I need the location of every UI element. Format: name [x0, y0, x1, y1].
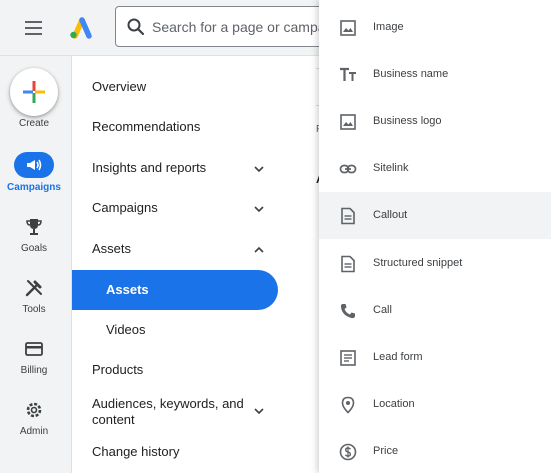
asset-type-label: Call — [373, 304, 392, 316]
asset-type-location[interactable]: Location — [319, 381, 551, 428]
rail-item-admin[interactable]: Admin — [0, 400, 68, 452]
main-menu-button[interactable] — [22, 17, 46, 39]
nav-item-insights-and-reports[interactable]: Insights and reports — [72, 148, 320, 188]
trophy-icon — [26, 219, 42, 235]
left-rail: Create Campaigns Goals Tools Billing Adm… — [0, 56, 72, 473]
document-icon — [341, 255, 355, 273]
rail-item-goals[interactable]: Goals — [0, 217, 68, 269]
image-icon — [340, 20, 356, 36]
tools-icon — [25, 280, 42, 297]
link-icon — [339, 164, 357, 174]
nav-item-label: Assets — [106, 282, 149, 297]
nav-item-label: Recommendations — [92, 119, 201, 134]
gear-icon — [26, 402, 42, 418]
form-icon — [340, 350, 356, 366]
google-ads-logo — [70, 17, 92, 39]
nav-item-assets-group[interactable]: Assets — [72, 229, 320, 269]
image-icon — [340, 114, 356, 130]
asset-type-lead-form[interactable]: Lead form — [319, 334, 551, 381]
asset-type-label: Callout — [373, 209, 408, 221]
asset-type-business-logo[interactable]: Business logo — [319, 98, 551, 145]
chevron-down-icon — [254, 166, 264, 173]
asset-type-label: Location — [373, 398, 415, 410]
search-icon — [127, 18, 145, 36]
asset-type-label: Structured snippet — [373, 257, 463, 269]
megaphone-icon — [27, 159, 42, 171]
create-button[interactable] — [10, 68, 58, 116]
nav-item-label: Audiences, keywords, and content — [92, 396, 244, 427]
nav-item-products[interactable]: Products — [72, 350, 320, 390]
location-pin-icon — [341, 396, 355, 414]
rail-item-label: Admin — [19, 426, 49, 437]
nav-item-videos[interactable]: Videos — [72, 310, 320, 350]
rail-item-label: Tools — [22, 304, 46, 315]
chevron-down-icon — [254, 206, 264, 213]
asset-type-callout[interactable]: Callout — [319, 192, 551, 239]
nav-item-label: Products — [92, 362, 144, 377]
credit-card-icon — [25, 342, 43, 356]
plus-icon — [23, 81, 45, 103]
nav-item-campaigns[interactable]: Campaigns — [72, 188, 320, 228]
asset-type-label: Lead form — [373, 351, 423, 363]
nav-item-label: Assets — [92, 241, 132, 256]
price-icon — [339, 443, 357, 461]
phone-icon — [340, 304, 355, 319]
text-icon — [340, 67, 356, 81]
asset-type-label: Business name — [373, 68, 449, 80]
nav-item-label: Campaigns — [92, 200, 158, 215]
chevron-down-icon — [254, 408, 264, 415]
nav-item-assets[interactable]: Assets — [72, 270, 278, 310]
rail-item-tools[interactable]: Tools — [0, 278, 68, 330]
rail-item-label: Campaigns — [7, 182, 61, 193]
rail-item-label: Billing — [20, 365, 48, 376]
asset-type-image[interactable]: Image — [319, 4, 551, 51]
nav-item-overview[interactable]: Overview — [72, 67, 320, 107]
nav-item-label: Videos — [106, 322, 146, 337]
nav-item-label: Overview — [92, 79, 147, 94]
rail-item-campaigns[interactable]: Campaigns — [0, 152, 68, 208]
rail-item-label: Goals — [20, 243, 48, 254]
nav-item-label: Change history — [92, 444, 180, 459]
section-nav: Overview Recommendations Insights and re… — [72, 56, 320, 473]
asset-type-structured-snippet[interactable]: Structured snippet — [319, 240, 551, 287]
nav-item-audiences-keywords-content[interactable]: Audiences, keywords, and content — [72, 388, 320, 434]
chevron-up-icon — [254, 246, 264, 253]
asset-type-business-name[interactable]: Business name — [319, 51, 551, 98]
document-icon — [341, 207, 355, 225]
asset-type-label: Sitelink — [373, 162, 409, 174]
menu-icon — [25, 21, 42, 23]
asset-type-label: Image — [373, 21, 404, 33]
asset-type-label: Business logo — [373, 115, 442, 127]
nav-item-label: Insights and reports — [92, 160, 207, 175]
asset-type-call[interactable]: Call — [319, 287, 551, 334]
asset-type-price[interactable]: Price — [319, 428, 551, 473]
nav-item-change-history[interactable]: Change history — [72, 432, 320, 472]
create-label: Create — [18, 118, 49, 129]
rail-item-billing[interactable]: Billing — [0, 339, 68, 391]
asset-type-label: Price — [373, 445, 399, 457]
nav-item-recommendations[interactable]: Recommendations — [72, 107, 320, 147]
asset-type-sitelink[interactable]: Sitelink — [319, 145, 551, 192]
asset-type-menu: Image Business name Business logo Siteli… — [319, 0, 551, 473]
